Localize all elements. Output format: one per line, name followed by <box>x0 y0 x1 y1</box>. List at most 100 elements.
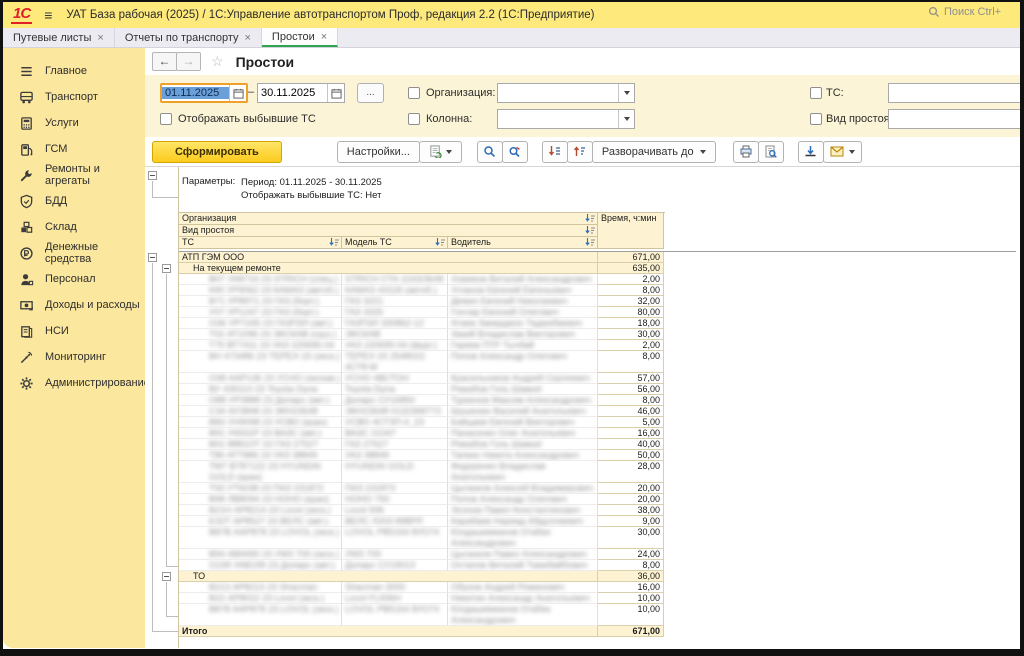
time-value[interactable]: 56,00 <box>598 384 664 395</box>
calendar-icon[interactable] <box>327 84 344 102</box>
time-value[interactable]: 24,00 <box>598 549 664 560</box>
sidebar-item-ГСМ[interactable]: ГСМ <box>3 136 145 162</box>
driver-cell[interactable]: Попов Александр Олегович <box>448 351 598 373</box>
model-cell[interactable]: УСНО 4ВСТОН <box>342 373 448 384</box>
header-tc[interactable]: ТС <box>179 237 342 249</box>
group-label[interactable]: Итого <box>179 626 598 637</box>
tc-cell[interactable]: В01 8881ОТ 23 ГАЗ 27527 <box>179 439 342 450</box>
sidebar-item-Услуги[interactable]: Услуги <box>3 110 145 136</box>
time-value[interactable]: 38,00 <box>598 505 664 516</box>
time-value[interactable]: 30,00 <box>598 329 664 340</box>
tc-cell[interactable]: В83 УН9098 23 УСВО (кран) <box>179 417 342 428</box>
time-value[interactable]: 2,00 <box>598 340 664 351</box>
header-time[interactable]: Время, ч:мин <box>598 213 664 249</box>
preview-button[interactable] <box>758 141 784 163</box>
sort-icon[interactable] <box>329 238 339 249</box>
time-value[interactable]: 635,00 <box>598 263 664 274</box>
search-button[interactable] <box>477 141 503 163</box>
tc-cell[interactable]: В94 АВ9490 23 УМЗ 700 (экск.) <box>179 549 342 560</box>
driver-cell[interactable]: Шушенин Василий Анатольевич <box>448 406 598 417</box>
tc-cell[interactable]: В98 ЛВ8094 23 НОНО (кран) <box>179 494 342 505</box>
sidebar-item-Персонал[interactable]: Персонал <box>3 266 145 292</box>
date-from-value[interactable]: 01.11.2025 <box>162 87 229 99</box>
tc-checkbox[interactable] <box>810 87 822 99</box>
time-value[interactable]: 16,00 <box>598 582 664 593</box>
chevron-down-icon[interactable] <box>618 84 634 102</box>
model-cell[interactable]: УАЗ 220695-04 (фург.) <box>342 340 448 351</box>
expand-groups-button[interactable] <box>567 141 593 163</box>
driver-cell[interactable]: Обухов Андрей Романович <box>448 582 598 593</box>
driver-cell[interactable]: Цыганков Алексей Владимирович <box>448 483 598 494</box>
sidebar-item-Денежные средства[interactable]: Денежные средства <box>3 240 145 266</box>
downtime-type-checkbox[interactable] <box>810 113 822 125</box>
collapse-box-report[interactable] <box>148 171 157 180</box>
model-cell[interactable]: LOVOL РВ5164 8УО74 <box>342 527 448 549</box>
collapse-box-repair[interactable] <box>162 264 171 273</box>
collapse-box-org[interactable] <box>148 253 157 262</box>
print-button[interactable] <box>733 141 759 163</box>
driver-cell[interactable]: Гончар Евгений Олегович <box>448 307 598 318</box>
time-value[interactable]: 10,00 <box>598 593 664 604</box>
time-value[interactable]: 2,00 <box>598 274 664 285</box>
sidebar-item-Мониторинг[interactable]: Мониторинг <box>3 344 145 370</box>
time-value[interactable]: 10,00 <box>598 604 664 626</box>
tc-cell[interactable]: Т86 АТТ886 23 УАЗ 38849 (борт.) <box>179 450 342 461</box>
sort-icon[interactable] <box>585 238 595 249</box>
model-cell[interactable]: ГАЗ 3221 <box>342 296 448 307</box>
model-cell[interactable]: УМЗ 700 <box>342 549 448 560</box>
sidebar-item-Доходы и расходы[interactable]: Доходы и расходы <box>3 292 145 318</box>
time-value[interactable]: 20,00 <box>598 494 664 505</box>
tc-cell[interactable]: Е32Т АР8527 23 ВЕЛС (авт.) <box>179 516 342 527</box>
tc-cell[interactable]: В07 УА8719 23 STRICH (спец.) <box>179 274 342 285</box>
search-next-button[interactable] <box>502 141 528 163</box>
time-value[interactable]: 8,00 <box>598 351 664 373</box>
sidebar-item-БДД[interactable]: БДД <box>3 188 145 214</box>
tc-cell[interactable]: ТМ7 В787122 23 HYUNDAI GOLD (кран) <box>179 461 342 483</box>
expand-to-button[interactable]: Разворачивать до <box>592 141 716 163</box>
tc-cell[interactable]: О88 УР3888 23 Допарс (авт.) <box>179 395 342 406</box>
column-checkbox[interactable] <box>408 113 420 125</box>
driver-cell[interactable]: Байцаев Евгений Викторович <box>448 417 598 428</box>
model-cell[interactable]: LOVOL РВ5164 8УО74 <box>342 604 448 626</box>
tc-input[interactable] <box>888 83 1020 103</box>
generate-button[interactable]: Сформировать <box>152 141 282 163</box>
model-cell[interactable]: ГАЗ 27527 <box>342 439 448 450</box>
sort-icon[interactable] <box>435 238 445 249</box>
model-cell[interactable]: ПАЗ 231873 <box>342 483 448 494</box>
driver-cell[interactable]: Юлдашевжанов Отабек Александрович <box>448 527 598 549</box>
model-cell[interactable]: ТЕРЕХ-15 2548022 4СТ8-М <box>342 351 448 373</box>
driver-cell[interactable]: Красильников Андрей Сергеевич <box>448 373 598 384</box>
header-model[interactable]: Модель ТС <box>342 237 448 249</box>
model-cell[interactable]: УСВО 4СТЗП-4_23 <box>342 417 448 428</box>
date-to-value[interactable]: 30.11.2025 <box>258 87 327 99</box>
period-more-button[interactable]: ... <box>357 83 384 103</box>
org-checkbox[interactable] <box>408 87 420 99</box>
favorite-star-icon[interactable]: ☆ <box>211 53 224 70</box>
driver-cell[interactable]: Демин Евгений Николаевич <box>448 296 598 307</box>
send-mail-button[interactable] <box>823 141 862 163</box>
sort-icon[interactable] <box>585 214 595 225</box>
tc-cell[interactable]: О38 ААР136 23 УСНО (экскав.) <box>179 373 342 384</box>
tc-cell[interactable]: В71 УР8971 23 ГАЗ (борт.) <box>179 296 342 307</box>
driver-cell[interactable]: Хомяков Виталий Александрович <box>448 274 598 285</box>
model-cell[interactable]: НОНО 750 <box>342 494 448 505</box>
driver-cell[interactable]: Цыганков Павел Александрович <box>448 549 598 560</box>
time-value[interactable]: 20,00 <box>598 483 664 494</box>
show-retired-checkbox[interactable] <box>160 113 172 125</box>
tc-cell[interactable]: У07 УР1247 23 ГАЗ (борт.) <box>179 307 342 318</box>
driver-cell[interactable]: Никитин Александр Анатольевич <box>448 593 598 604</box>
model-cell[interactable]: Lovol FL936H <box>342 593 448 604</box>
driver-cell[interactable]: Юлдашевжанов Отабек Александрович <box>448 604 598 626</box>
date-from-field[interactable]: 01.11.2025 <box>160 83 248 103</box>
back-button[interactable]: ← <box>152 52 177 71</box>
chevron-down-icon[interactable] <box>618 110 634 128</box>
group-label[interactable]: АТП ГЭМ ООО <box>179 252 598 263</box>
tab-close-icon[interactable]: × <box>244 32 250 44</box>
model-cell[interactable]: УАЗ 38849 <box>342 450 448 461</box>
driver-cell[interactable]: Панасенко Олег Анатольевич <box>448 428 598 439</box>
header-downtime-type[interactable]: Вид простоя <box>179 225 598 237</box>
header-org[interactable]: Организация <box>179 213 598 225</box>
tc-cell[interactable]: Т75 ВТ7411 23 УАЗ 220695-04 <box>179 340 342 351</box>
main-menu-icon[interactable]: ≡ <box>44 7 52 23</box>
driver-cell[interactable]: Ряжабов Голь Шавкат <box>448 384 598 395</box>
